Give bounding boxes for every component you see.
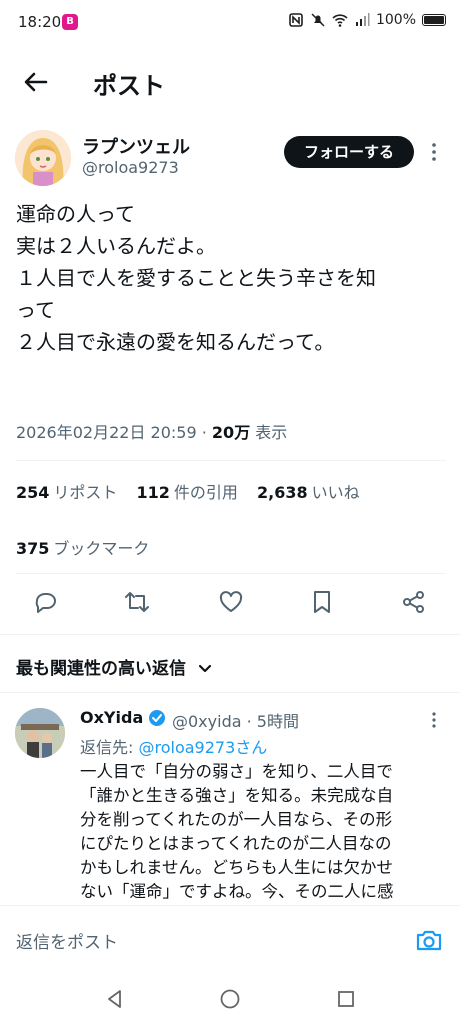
bookmarks-label: ブックマーク: [53, 539, 150, 558]
likes-label: いいね: [311, 483, 360, 502]
follow-button[interactable]: フォローする: [284, 136, 414, 168]
reply-compose-bar: 返信をポスト: [0, 905, 460, 969]
bookmarks-stat[interactable]: 375 ブックマーク: [16, 535, 149, 559]
quotes-count: 112: [136, 483, 170, 502]
nav-recents-icon[interactable]: [335, 988, 357, 1010]
status-icons: 100%: [288, 12, 446, 28]
bookmarks-count: 375: [16, 539, 50, 558]
reposts-label: リポスト: [53, 483, 118, 502]
reply-icon[interactable]: [32, 588, 60, 616]
reply-input[interactable]: 返信をポスト: [16, 928, 118, 953]
reposts-count: 254: [16, 483, 50, 502]
reply-author-handle[interactable]: @0xyida: [172, 712, 242, 731]
reply-text-line: にぴたりとはまってくれたのが二人目なの: [80, 834, 392, 853]
reply-text-line: ない「運命」ですよね。今、その二人に感: [80, 882, 394, 901]
reply-text-line: 分を削ってくれたのが一人目なら、その形: [80, 810, 393, 829]
reply-text: 一人目で「自分の弱さ」を知り、二人目で 「誰かと生きる強さ」を知る。未完成な自 …: [80, 760, 450, 904]
post-text-line: 実は２人いるんだよ。: [16, 234, 216, 258]
post-text-line: ２人目で永遠の愛を知るんだって。: [16, 330, 335, 354]
system-navigation-bar: [0, 972, 460, 1024]
verified-badge-icon: [149, 710, 165, 726]
page-title: ポスト: [93, 72, 165, 100]
battery-percent: 100%: [375, 12, 416, 28]
repost-icon[interactable]: [123, 588, 151, 616]
status-time: 18:20: [18, 13, 62, 31]
avatar[interactable]: [15, 130, 71, 186]
nav-back-icon[interactable]: [104, 988, 126, 1010]
reply-time: · 5時間: [246, 712, 299, 731]
likes-count: 2,638: [257, 483, 308, 502]
reply-to-prefix: 返信先:: [80, 738, 139, 757]
views-count: 20万: [211, 423, 251, 442]
chevron-down-icon: [198, 664, 212, 673]
divider: [0, 634, 460, 635]
share-icon[interactable]: [400, 588, 428, 616]
battery-icon: [422, 14, 446, 26]
avatar[interactable]: [15, 708, 65, 758]
more-options-icon[interactable]: [428, 140, 440, 164]
meta-separator: ·: [201, 423, 207, 442]
quotes-label: 件の引用: [173, 483, 238, 502]
reply-author-meta: @0xyida · 5時間: [172, 708, 299, 732]
post-text-line: 運命の人って: [16, 202, 135, 226]
post-meta: 2026年02月22日 20:59 · 20万 表示: [16, 419, 287, 443]
reply-text-line: 「誰かと生きる強さ」を知る。未完成な自: [80, 786, 394, 805]
views-label: 表示: [255, 423, 288, 442]
divider: [0, 692, 460, 693]
wifi-icon: [332, 14, 348, 27]
nav-home-icon[interactable]: [219, 988, 241, 1010]
reply-to-link[interactable]: @roloa9273さん: [138, 738, 267, 757]
bookmark-icon[interactable]: [308, 588, 336, 616]
likes-stat[interactable]: 2,638 いいね: [257, 483, 360, 502]
reply-to-line: 返信先: @roloa9273さん: [80, 734, 267, 758]
post-actions: [0, 588, 460, 622]
camera-icon[interactable]: [415, 928, 443, 952]
divider: [16, 460, 446, 461]
status-bar: 18:20 B 100%: [0, 0, 460, 46]
post-text-line: １人目で人を愛することと失う辛さを知: [16, 266, 376, 290]
reply-author-name[interactable]: OxYida: [80, 708, 143, 727]
nfc-icon: [289, 13, 303, 27]
more-options-icon[interactable]: [428, 710, 440, 730]
post-text: 運命の人って 実は２人いるんだよ。 １人目で人を愛することと失う辛さを知 って …: [16, 198, 446, 358]
signal-icon: [355, 13, 370, 26]
quotes-stat[interactable]: 112 件の引用: [137, 483, 238, 502]
post-text-line: って: [16, 298, 55, 322]
post-timestamp[interactable]: 2026年02月22日 20:59: [16, 423, 197, 442]
app-header: ポスト: [0, 56, 460, 108]
engagement-stats: 254 リポスト 112 件の引用 2,638 いいね: [16, 479, 374, 503]
avatar-image: [15, 708, 65, 758]
mute-icon: [311, 13, 325, 27]
back-arrow-icon[interactable]: [22, 68, 50, 96]
replies-sort-dropdown[interactable]: 最も関連性の高い返信: [16, 654, 212, 679]
reposts-stat[interactable]: 254 リポスト: [16, 483, 117, 502]
app-notification-icon: B: [62, 14, 78, 30]
reply-text-line: 一人目で「自分の弱さ」を知り、二人目で: [80, 762, 393, 781]
reply-text-line: かもしれません。どちらも人生には欠かせ: [80, 858, 394, 877]
replies-sort-label: 最も関連性の高い返信: [16, 659, 186, 679]
avatar-image: [15, 130, 71, 186]
author-name[interactable]: ラプンツェル: [82, 133, 190, 159]
divider: [16, 573, 446, 574]
like-icon[interactable]: [217, 588, 245, 616]
author-handle[interactable]: @roloa9273: [82, 158, 179, 177]
